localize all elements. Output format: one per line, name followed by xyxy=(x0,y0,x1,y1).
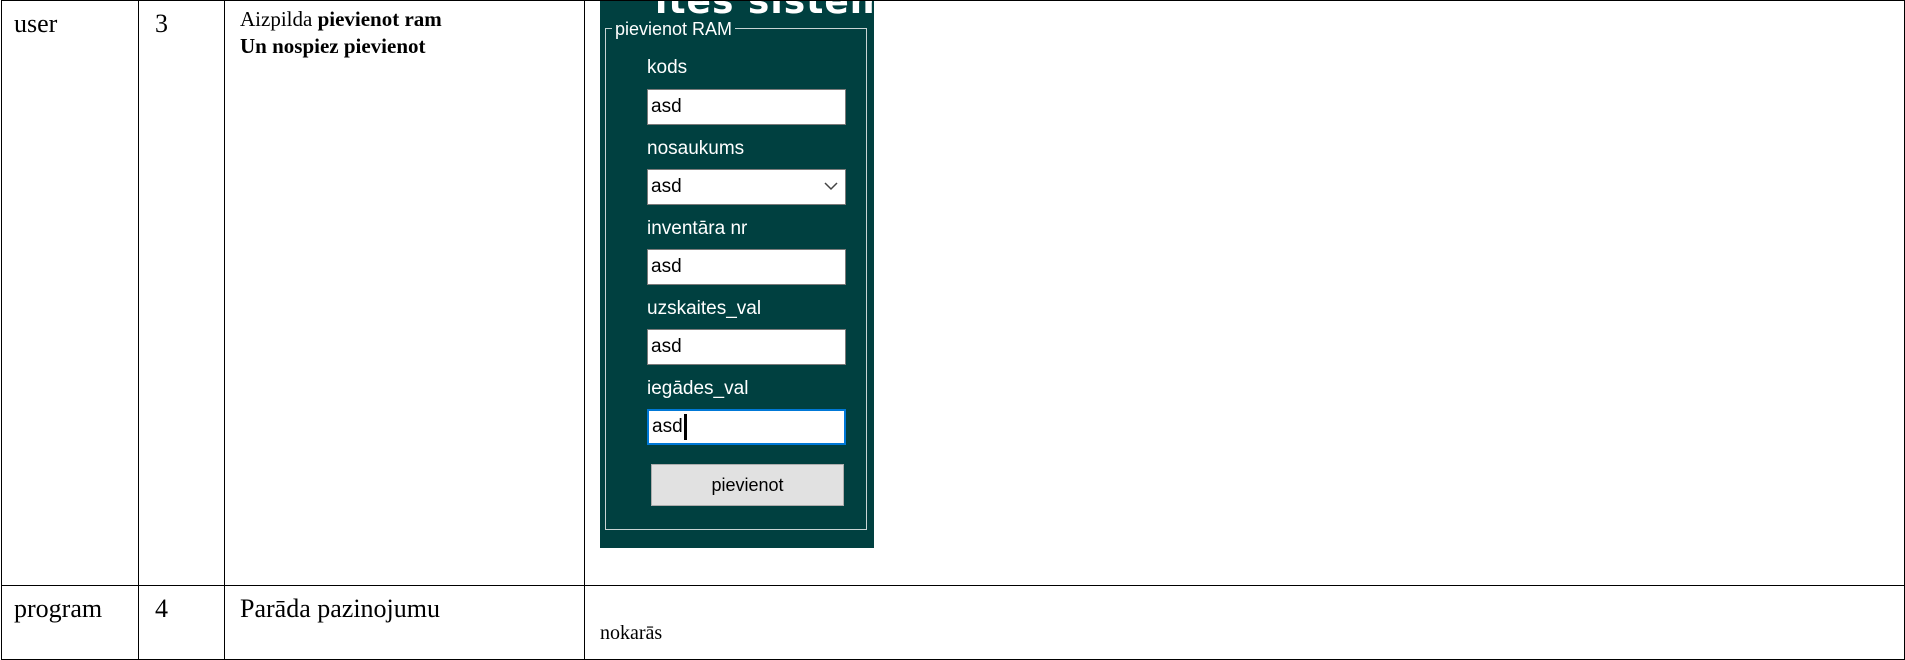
description-prefix: Aizpilda xyxy=(240,7,318,31)
kods-input[interactable]: asd xyxy=(647,89,846,125)
description-cell: Aizpilda pievienot ram Un nospiez pievie… xyxy=(224,0,585,586)
field-label-inventara-nr: inventāra nr xyxy=(647,218,748,239)
field-label-uzskaites-val: uzskaites_val xyxy=(647,298,762,319)
app-form-screenshot: ites sistēma pievienot RAM kods asd nosa… xyxy=(600,1,874,548)
iegades-val-value: asd xyxy=(652,416,683,437)
description-cell: Parāda pazinojumu xyxy=(224,585,585,660)
field-label-kods: kods xyxy=(647,57,688,78)
table-row: user 3 Aizpilda pievienot ram Un nospiez… xyxy=(1,0,1905,586)
pievienot-button[interactable]: pievienot xyxy=(651,464,844,506)
actor-cell: user xyxy=(1,0,139,586)
iegades-val-input[interactable]: asd xyxy=(647,409,846,445)
inventara-nr-input[interactable]: asd xyxy=(647,249,846,285)
field-label-iegades-val: iegādes_val xyxy=(647,378,749,399)
text-caret xyxy=(683,413,687,440)
group-box-title: pievienot RAM xyxy=(612,20,736,38)
description-bold-instruction: Un nospiez pievienot xyxy=(240,34,426,58)
table-row: program 4 Parāda pazinojumu nokarās xyxy=(1,585,1905,660)
screenshot-cell: ites sistēma pievienot RAM kods asd nosa… xyxy=(584,0,1905,586)
nosaukums-select[interactable]: asd xyxy=(647,169,846,205)
actor-cell: program xyxy=(1,585,139,660)
step-number-cell: 3 xyxy=(138,0,225,586)
chevron-down-icon[interactable] xyxy=(823,178,839,194)
steps-table: user 3 Aizpilda pievienot ram Un nospiez… xyxy=(1,0,1905,660)
field-label-nosaukums: nosaukums xyxy=(647,138,745,159)
uzskaites-val-input[interactable]: asd xyxy=(647,329,846,365)
nosaukums-selected-value: asd xyxy=(651,176,682,197)
result-text: nokarās xyxy=(600,622,663,644)
step-number-cell: 4 xyxy=(138,585,225,660)
result-cell: nokarās xyxy=(584,585,1905,660)
description-bold-action: pievienot ram xyxy=(317,7,442,31)
